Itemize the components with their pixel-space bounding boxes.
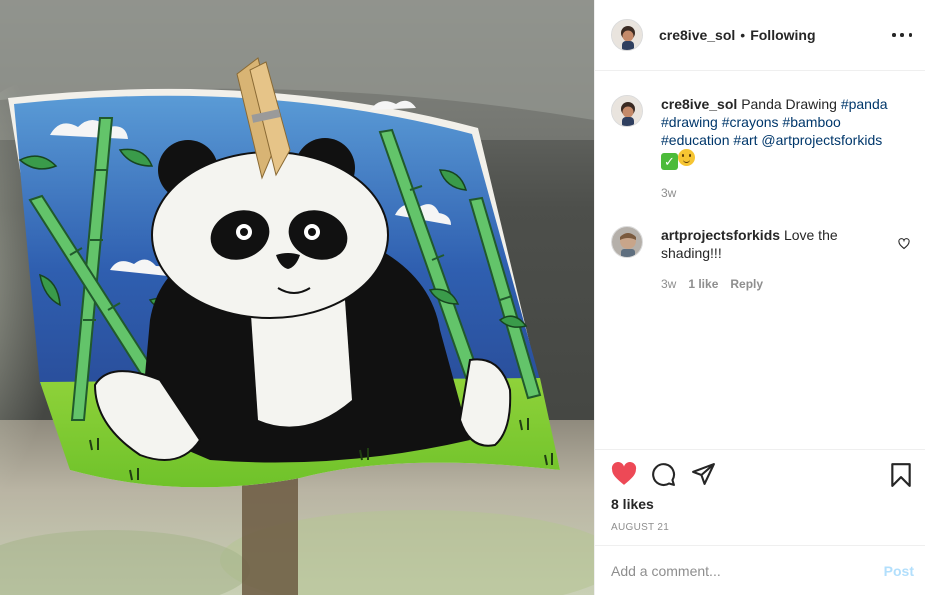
caption-body: cre8ive_sol Panda Drawing #panda #drawin… (661, 95, 901, 202)
check-mark-emoji: ✓ (661, 153, 678, 170)
comment-body: artprojectsforkids Love the shading!!! 3… (661, 226, 881, 293)
comments-list: cre8ive_sol Panda Drawing #panda #drawin… (595, 71, 925, 449)
header-separator: • (740, 27, 746, 43)
hashtag[interactable]: #education (661, 132, 730, 148)
add-comment-bar: Post (595, 545, 925, 595)
reply-button[interactable]: Reply (730, 275, 763, 293)
heart-outline-icon[interactable] (898, 237, 910, 253)
bookmark-icon[interactable] (890, 462, 912, 491)
comment-likes[interactable]: 1 like (688, 275, 718, 293)
mention-link[interactable]: @artprojectsforkids (761, 132, 882, 148)
instagram-post: cre8ive_sol • Following cre8ive_sol Pand… (0, 0, 925, 595)
caption: cre8ive_sol Panda Drawing #panda #drawin… (611, 95, 910, 202)
author-username[interactable]: cre8ive_sol (659, 27, 735, 43)
paper-plane-icon[interactable] (691, 462, 716, 490)
avatar[interactable] (611, 95, 643, 127)
caption-timestamp[interactable]: 3w (661, 184, 676, 202)
post-image[interactable] (0, 0, 594, 595)
heart-filled-icon[interactable] (611, 462, 637, 489)
comment-meta: 3w 1 like Reply (661, 275, 881, 293)
avatar[interactable] (611, 226, 643, 258)
likes-count[interactable]: 8 likes (611, 496, 654, 512)
post-comment-button[interactable]: Post (884, 563, 914, 579)
hashtag[interactable]: #drawing (661, 114, 718, 130)
comment-item: artprojectsforkids Love the shading!!! 3… (611, 226, 910, 293)
comment-icon[interactable] (651, 462, 676, 490)
caption-meta: 3w (661, 184, 901, 202)
hashtag[interactable]: #panda (841, 96, 888, 112)
caption-username[interactable]: cre8ive_sol (661, 96, 737, 112)
caption-text: Panda Drawing (741, 96, 837, 112)
hashtag[interactable]: #bamboo (782, 114, 840, 130)
following-button[interactable]: Following (750, 27, 815, 43)
comment-timestamp[interactable]: 3w (661, 275, 676, 293)
smiling-face-emoji (678, 149, 695, 166)
post-side-panel: cre8ive_sol • Following cre8ive_sol Pand… (594, 0, 925, 595)
post-date[interactable]: AUGUST 21 (611, 522, 669, 533)
more-options-icon[interactable] (892, 25, 912, 45)
comment-input[interactable] (611, 562, 861, 579)
comment-username[interactable]: artprojectsforkids (661, 227, 780, 243)
post-header: cre8ive_sol • Following (595, 0, 925, 71)
post-actions: 8 likes AUGUST 21 (595, 449, 925, 545)
hashtag[interactable]: #art (733, 132, 757, 148)
avatar[interactable] (611, 19, 643, 51)
hashtag[interactable]: #crayons (722, 114, 779, 130)
